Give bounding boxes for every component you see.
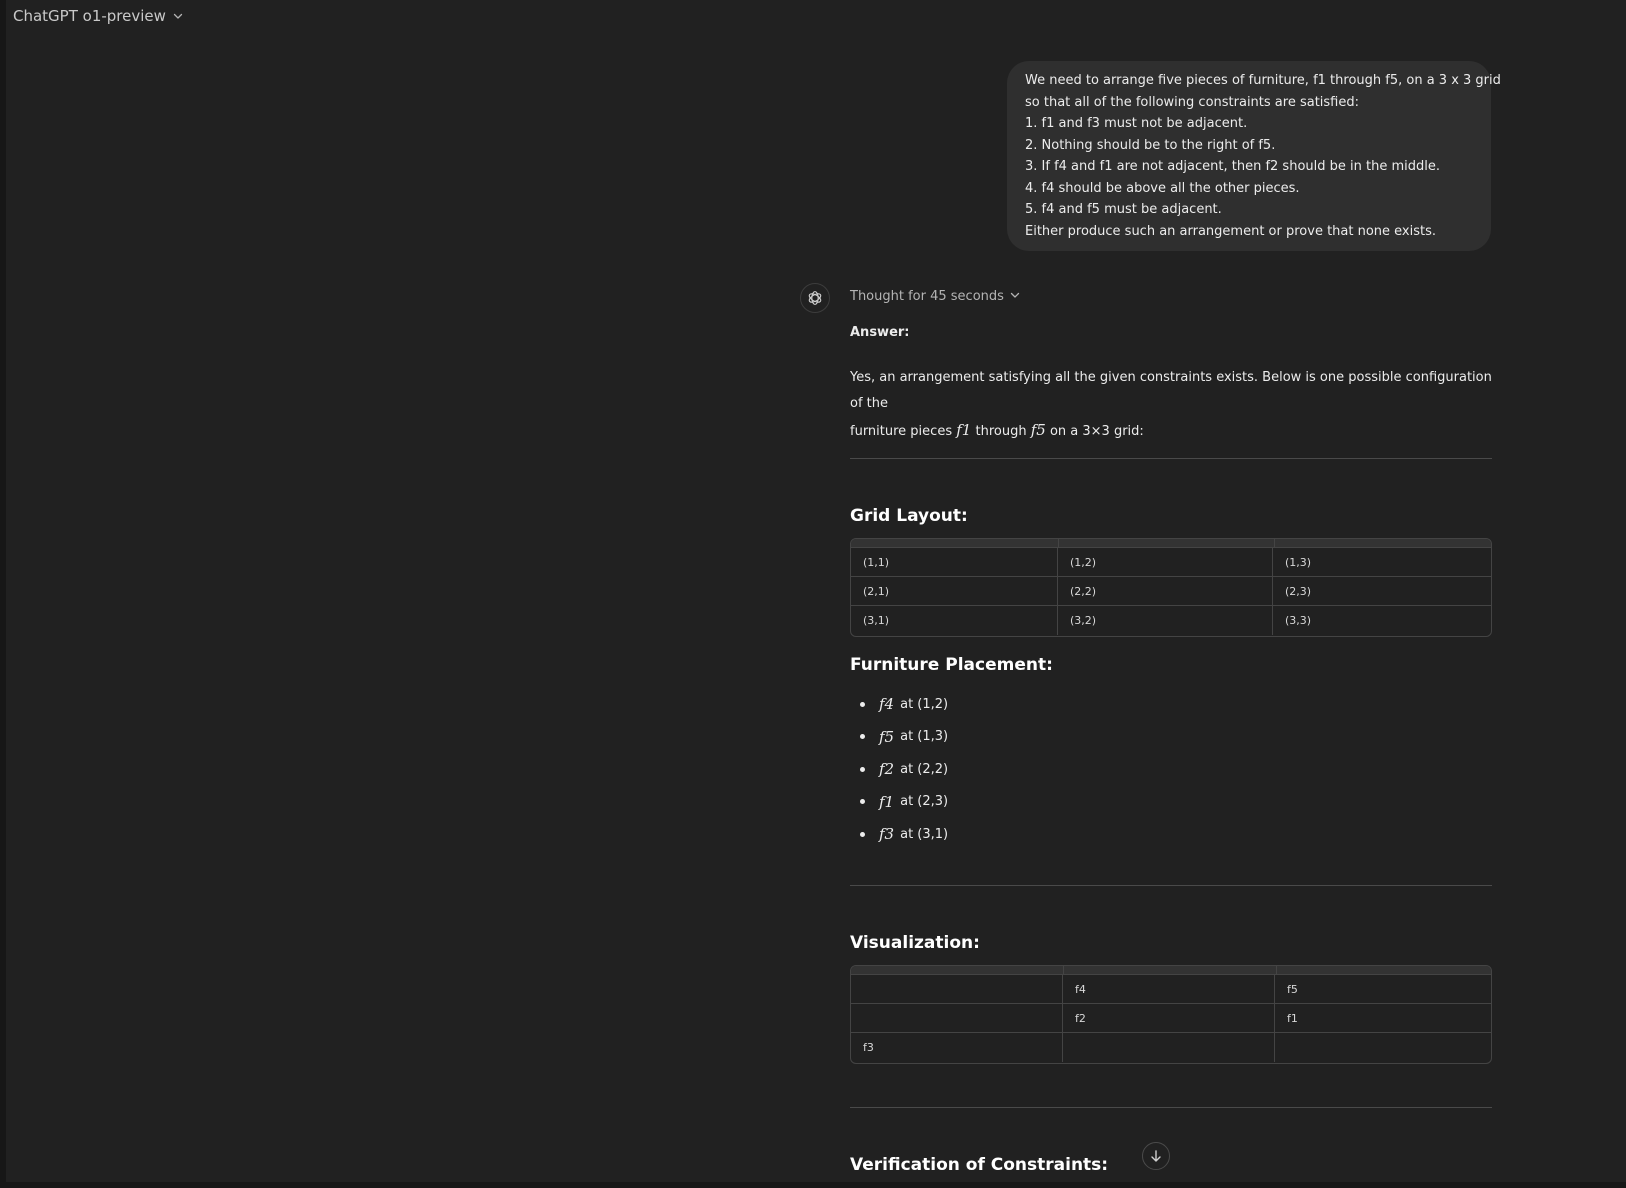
piece-position: at (2,3) xyxy=(900,794,949,810)
sidebar-edge xyxy=(0,0,6,1188)
model-selector[interactable]: ChatGPT o1-preview xyxy=(13,7,184,25)
math-f1: f1 xyxy=(956,421,972,439)
grid-layout-table: (1,1) (1,2) (1,3) (2,1) (2,2) (2,3) (3,1… xyxy=(850,538,1492,637)
table-cell: f5 xyxy=(1287,982,1298,996)
divider xyxy=(850,885,1492,886)
divider xyxy=(850,458,1492,459)
piece-label: f5 xyxy=(879,727,895,746)
verification-heading: Verification of Constraints: xyxy=(850,1155,1109,1175)
table-cell xyxy=(1063,1033,1275,1062)
model-name: ChatGPT o1-preview xyxy=(13,7,166,25)
table-cell: (3,1) xyxy=(851,606,1058,635)
user-message-line: 1. f1 and f3 must not be adjacent. xyxy=(1025,116,1248,131)
placement-list: f4 at (1,2) f5 at (1,3) f2 at (2,2) f1 a… xyxy=(850,688,948,851)
piece-position: at (3,1) xyxy=(900,826,949,842)
table-row: f2 f1 xyxy=(851,1004,1491,1033)
table-cell: (2,2) xyxy=(1058,577,1273,605)
table-row: (2,1) (2,2) (2,3) xyxy=(851,577,1491,606)
list-item: f2 at (2,2) xyxy=(850,753,948,786)
table-cell: f4 xyxy=(1063,975,1275,1003)
table-cell: (2,1) xyxy=(851,577,1058,605)
thought-toggle[interactable]: Thought for 45 seconds xyxy=(850,289,1020,304)
table-row: (1,1) (1,2) (1,3) xyxy=(851,548,1491,577)
user-message-line: 3. If f4 and f1 are not adjacent, then f… xyxy=(1025,159,1440,174)
placement-heading: Furniture Placement: xyxy=(850,655,1053,675)
chevron-down-icon xyxy=(1010,289,1020,304)
list-item: f5 at (1,3) xyxy=(850,721,948,754)
bullet xyxy=(860,831,865,837)
bullet xyxy=(860,701,865,707)
user-message-line: Either produce such an arrangement or pr… xyxy=(1025,223,1437,239)
user-message-line: so that all of the following constraints… xyxy=(1025,94,1359,110)
table-header xyxy=(851,966,1491,975)
visualization-table: f4 f5 f2 f1 f3 xyxy=(850,965,1492,1064)
math-f5: f5 xyxy=(1030,421,1046,439)
table-cell: (3,3) xyxy=(1285,614,1312,627)
list-item: f4 at (1,2) xyxy=(850,688,948,721)
arrow-down-icon xyxy=(1151,1150,1161,1162)
user-message-line: 5. f4 and f5 must be adjacent. xyxy=(1025,202,1222,217)
bottom-edge xyxy=(0,1182,1626,1188)
table-cell: (1,2) xyxy=(1058,548,1273,576)
visualization-heading: Visualization: xyxy=(850,933,980,953)
table-row: f3 xyxy=(851,1033,1491,1062)
table-header xyxy=(851,539,1491,548)
divider xyxy=(850,1107,1492,1108)
intro-text: on a 3×3 grid: xyxy=(1049,424,1144,439)
openai-logo-icon xyxy=(808,291,822,305)
assistant-avatar xyxy=(800,283,830,313)
piece-position: at (1,3) xyxy=(900,729,949,745)
piece-label: f3 xyxy=(879,825,895,844)
table-cell xyxy=(851,975,1063,1003)
bullet xyxy=(860,734,865,740)
list-item: f3 at (3,1) xyxy=(850,818,948,851)
table-cell: (3,2) xyxy=(1058,606,1273,635)
thought-label: Thought for 45 seconds xyxy=(850,289,1004,304)
chevron-down-icon xyxy=(172,10,184,22)
scroll-to-bottom-button[interactable] xyxy=(1142,1142,1170,1170)
table-cell xyxy=(851,1004,1063,1032)
user-message-line: 2. Nothing should be to the right of f5. xyxy=(1025,137,1276,153)
bullet xyxy=(860,766,865,772)
answer-intro: Yes, an arrangement satisfying all the g… xyxy=(850,365,1495,445)
table-cell: f3 xyxy=(851,1033,1063,1062)
list-item: f1 at (2,3) xyxy=(850,786,948,819)
table-row: f4 f5 xyxy=(851,975,1491,1004)
user-message-bubble: We need to arrange five pieces of furnit… xyxy=(1007,61,1501,251)
table-cell: (1,3) xyxy=(1285,555,1312,569)
table-cell: (2,3) xyxy=(1285,584,1312,598)
intro-text: Yes, an arrangement satisfying all the g… xyxy=(850,370,1492,411)
intro-text: through xyxy=(975,424,1027,439)
piece-label: f1 xyxy=(879,792,895,811)
table-row: (3,1) (3,2) (3,3) xyxy=(851,606,1491,635)
piece-label: f4 xyxy=(879,695,895,714)
grid-layout-heading: Grid Layout: xyxy=(850,506,968,526)
user-message-line: We need to arrange five pieces of furnit… xyxy=(1025,73,1501,88)
user-message-line: 4. f4 should be above all the other piec… xyxy=(1025,180,1300,196)
chat-app: ChatGPT o1-preview We need to arrange fi… xyxy=(0,0,1626,1188)
table-cell: (1,1) xyxy=(851,548,1058,576)
piece-position: at (1,2) xyxy=(900,696,949,712)
intro-text: furniture pieces xyxy=(850,424,953,439)
answer-label: Answer: xyxy=(850,325,910,340)
table-cell xyxy=(1275,1033,1491,1062)
piece-label: f2 xyxy=(879,760,895,779)
bullet xyxy=(860,799,865,805)
table-cell: f1 xyxy=(1287,1011,1298,1025)
table-cell: f2 xyxy=(1063,1004,1275,1032)
piece-position: at (2,2) xyxy=(900,761,949,777)
